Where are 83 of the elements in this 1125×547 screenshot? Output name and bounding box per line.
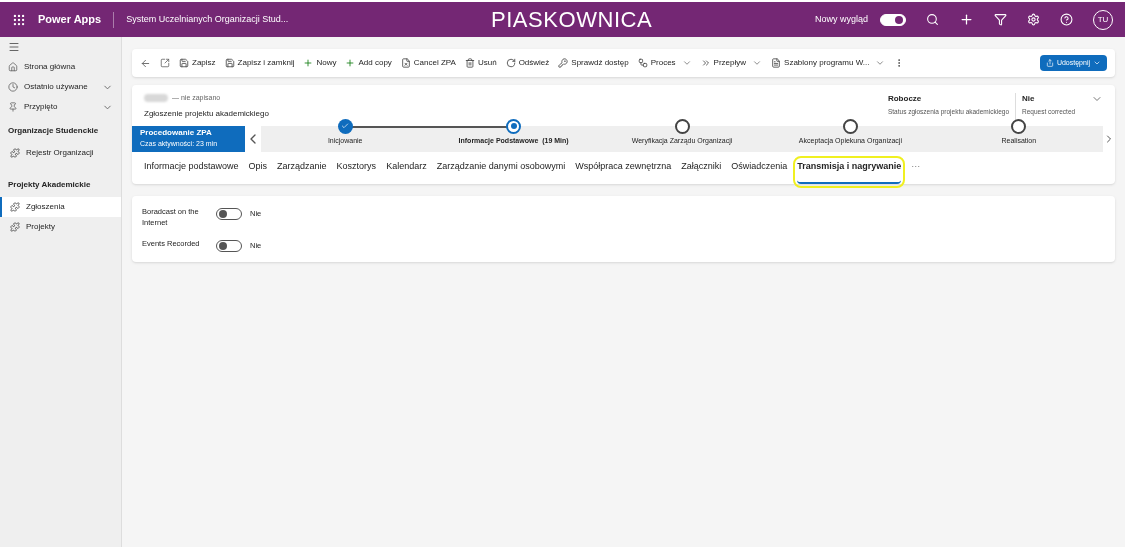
stage-active-marker[interactable] bbox=[506, 118, 522, 134]
sidebar-label: Zgłoszenia bbox=[26, 201, 65, 213]
sidebar-item[interactable]: Rejestr Organizacji bbox=[0, 143, 121, 163]
chevron-down-icon bbox=[681, 58, 692, 68]
toggle-switch[interactable] bbox=[216, 240, 242, 252]
sidebar-heading: Projekty Akademickie bbox=[7, 179, 92, 191]
tab[interactable]: Współpraca zewnętrzna bbox=[575, 160, 672, 184]
sidebar-label: Ostatnio używane bbox=[24, 81, 89, 93]
tab[interactable]: Opis bbox=[248, 160, 268, 184]
sidebar-item[interactable]: Strona główna bbox=[0, 57, 121, 77]
search-icon[interactable] bbox=[926, 13, 939, 26]
command-button[interactable]: Proces bbox=[637, 57, 692, 69]
app-name: Power Apps bbox=[38, 12, 102, 28]
menu-icon[interactable] bbox=[8, 41, 20, 53]
back-arrow-icon[interactable] bbox=[140, 57, 151, 69]
sidebar-item[interactable]: Przypięto bbox=[0, 97, 121, 117]
new-look-label: Nowy wygląd bbox=[814, 12, 868, 26]
clock-icon bbox=[8, 82, 18, 92]
tab[interactable]: Zarządzanie bbox=[277, 160, 327, 184]
settings-icon[interactable] bbox=[1027, 13, 1040, 26]
command-button[interactable]: Add copy bbox=[345, 57, 392, 69]
command-button[interactable]: Przepływ bbox=[700, 57, 763, 69]
stage-pending-marker[interactable] bbox=[842, 118, 858, 134]
command-button[interactable]: Sprawdź dostęp bbox=[558, 57, 629, 69]
help-icon[interactable] bbox=[1060, 13, 1073, 26]
stage-pending-marker[interactable] bbox=[1011, 118, 1027, 134]
sidebar-label: Projekty bbox=[26, 221, 55, 233]
key-icon bbox=[558, 58, 569, 68]
popout-icon[interactable] bbox=[160, 58, 170, 68]
tab[interactable]: Kosztorys bbox=[336, 160, 377, 184]
refresh-icon bbox=[505, 58, 516, 68]
filter-icon[interactable] bbox=[994, 13, 1007, 26]
document-icon bbox=[771, 58, 782, 68]
chevron-down-icon bbox=[752, 58, 763, 68]
plus-icon bbox=[345, 58, 356, 68]
command-button[interactable]: Szablony programu W... bbox=[771, 57, 886, 69]
plus-icon[interactable] bbox=[959, 12, 974, 27]
tab[interactable]: Kalendarz bbox=[386, 160, 427, 184]
app-title: System Uczelnianych Organizacji Stud... bbox=[126, 12, 289, 26]
header-field-value: Nie bbox=[1022, 93, 1036, 105]
command-button[interactable]: Zapisz bbox=[179, 57, 216, 69]
plus-icon bbox=[303, 58, 314, 68]
flow-icon bbox=[637, 58, 648, 68]
check-icon bbox=[341, 122, 350, 130]
command-button[interactable]: Odśwież bbox=[505, 57, 550, 69]
document-icon bbox=[400, 58, 411, 68]
sidebar-heading: Organizacje Studenckie bbox=[7, 125, 100, 137]
entity-name: Zgłoszenie projektu akademickiego bbox=[144, 107, 270, 120]
stage-pending-marker[interactable] bbox=[674, 118, 690, 134]
more-tabs[interactable]: ··· bbox=[911, 160, 921, 184]
toggle-switch[interactable] bbox=[216, 207, 242, 220]
sidebar-item[interactable]: Projekty bbox=[0, 217, 121, 237]
save-icon bbox=[179, 58, 189, 68]
chevron-down-icon bbox=[1093, 59, 1101, 67]
tab[interactable]: Załączniki bbox=[681, 160, 722, 184]
sidebar-label: Przypięto bbox=[24, 101, 59, 113]
sidebar-label: Rejestr Organizacji bbox=[26, 147, 94, 159]
command-button[interactable]: Zapisz i zamknij bbox=[224, 57, 295, 69]
tab[interactable]: Oświadczenia bbox=[731, 160, 788, 184]
tab[interactable]: Zarządzanie danymi osobowymi bbox=[436, 160, 566, 184]
share-icon bbox=[1045, 59, 1054, 67]
chevron-down-icon bbox=[875, 58, 886, 68]
environment-title: PIASKOWNICA bbox=[490, 6, 653, 34]
command-button[interactable]: Usuń bbox=[464, 57, 497, 69]
tab[interactable]: Informacje podstawowe bbox=[144, 160, 239, 184]
trash-icon bbox=[464, 58, 475, 68]
puzzle-icon bbox=[10, 202, 20, 212]
command-button[interactable]: Nowy bbox=[303, 57, 337, 69]
chevrons-icon bbox=[700, 58, 711, 68]
sidebar-item[interactable]: Ostatnio używane bbox=[0, 77, 121, 97]
command-button[interactable]: Cancel ZPA bbox=[400, 57, 456, 69]
sidebar-item[interactable]: Zgłoszenia bbox=[0, 197, 121, 217]
blurred-record-name bbox=[144, 94, 168, 103]
puzzle-icon bbox=[10, 148, 20, 158]
app-launcher-icon[interactable] bbox=[12, 12, 26, 27]
puzzle-icon bbox=[10, 222, 20, 232]
header-field-value: Robocze bbox=[887, 93, 923, 105]
stage-completed-marker[interactable] bbox=[337, 118, 353, 134]
save-icon bbox=[224, 58, 235, 68]
process-name: Procedowanie ZPA bbox=[140, 127, 213, 140]
sidebar-label: Strona główna bbox=[24, 61, 77, 73]
pin-icon bbox=[8, 102, 18, 112]
home-icon bbox=[8, 62, 18, 72]
